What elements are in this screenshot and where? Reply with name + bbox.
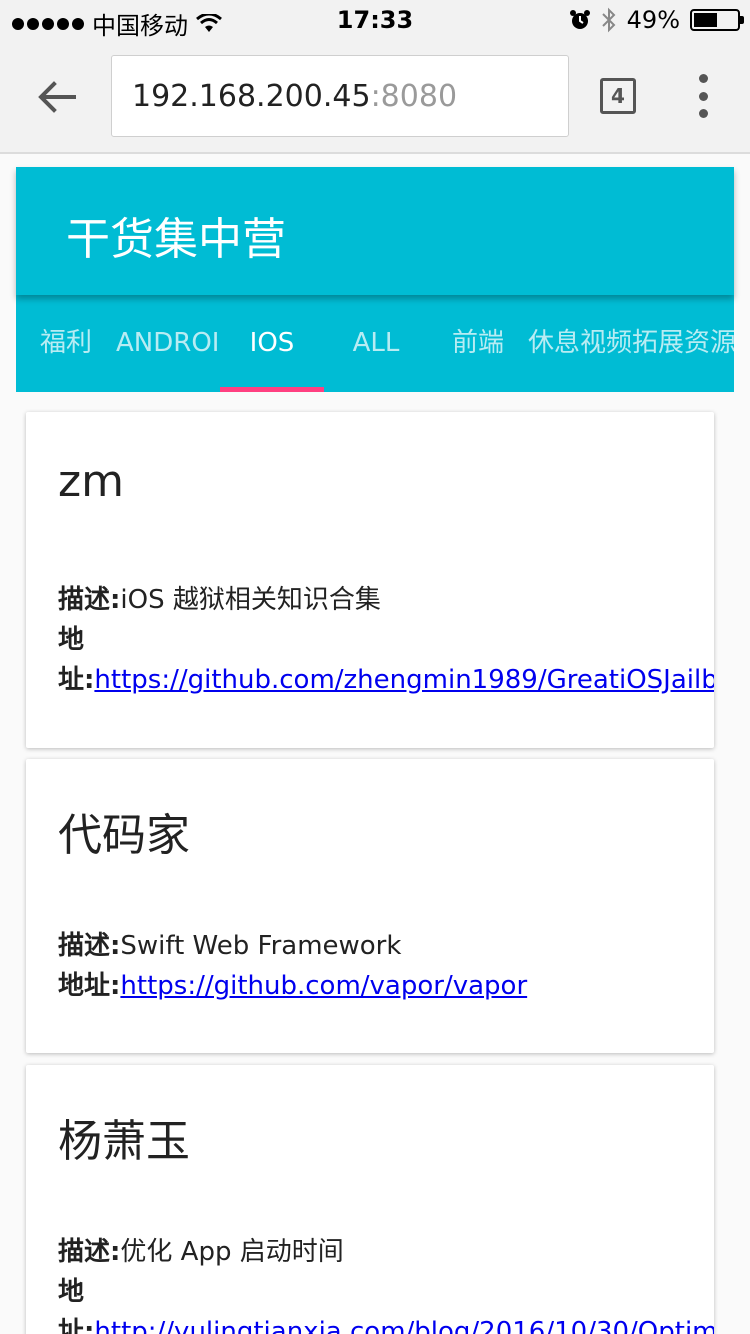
url-port: :8080 [370, 79, 458, 114]
tab-extra-resources[interactable]: 拓展资源 [632, 295, 734, 392]
browser-toolbar: 192.168.200.45:8080 4 [0, 40, 750, 154]
card-desc-row: 描述:Swift Web Framework [58, 926, 714, 966]
tab-frontend[interactable]: 前端 [428, 295, 528, 392]
card-url-link[interactable]: https://github.com/zhengmin1989/GreatiOS… [94, 665, 714, 695]
addr-label-line1: 地 [58, 1277, 85, 1307]
card-body: 描述:iOS 越狱相关知识合集 地 址:https://github.com/z… [58, 580, 714, 700]
tab-all[interactable]: ALL [324, 295, 428, 392]
overflow-menu-icon[interactable] [690, 74, 716, 118]
card-body: 描述:Swift Web Framework 地址:https://github… [58, 926, 714, 1006]
desc-label: 描述: [58, 931, 121, 961]
card-desc-row: 描述:优化 App 启动时间 [58, 1232, 714, 1272]
back-arrow-icon[interactable] [34, 74, 80, 120]
tab-ios[interactable]: IOS [220, 295, 324, 392]
active-tab-indicator [220, 387, 324, 392]
card-desc: Swift Web Framework [120, 931, 402, 961]
url-host: 192.168.200.45 [132, 79, 371, 114]
card-url-link[interactable]: https://github.com/vapor/vapor [120, 971, 527, 1001]
battery-percent: 49% [626, 6, 680, 34]
addr-label-line2: 址: [58, 665, 95, 695]
card-desc: iOS 越狱相关知识合集 [120, 585, 381, 615]
card-addr-row: 地 址:https://github.com/zhengmin1989/Grea… [58, 620, 714, 700]
status-right: 49% [569, 6, 744, 34]
card-addr-row: 地 址:http://yulingtianxia.com/blog/2016/1… [58, 1272, 714, 1334]
card-body: 描述:优化 App 启动时间 地 址:http://yulingtianxia.… [58, 1232, 714, 1334]
app-header: 干货集中营 [16, 167, 734, 295]
tab-rest-video[interactable]: 休息视频 [528, 295, 632, 392]
status-bar: 中国移动 17:33 49% [0, 0, 750, 40]
gank-card[interactable]: 代码家 描述:Swift Web Framework 地址:https://gi… [26, 759, 714, 1053]
addr-label-line2: 址: [58, 1317, 95, 1334]
card-author: 杨萧玉 [58, 1116, 190, 1167]
app-title: 干货集中营 [66, 214, 286, 265]
tab-android[interactable]: ANDROID [116, 295, 220, 392]
card-url-link[interactable]: http://yulingtianxia.com/blog/2016/10/30… [94, 1317, 714, 1334]
gank-card[interactable]: zm 描述:iOS 越狱相关知识合集 地 址:https://github.co… [26, 412, 714, 748]
addr-label-line1: 地 [58, 625, 85, 655]
tab-count-icon[interactable]: 4 [600, 78, 636, 114]
desc-label: 描述: [58, 1237, 121, 1267]
desc-label: 描述: [58, 585, 121, 615]
alarm-icon [569, 10, 590, 29]
gank-card[interactable]: 杨萧玉 描述:优化 App 启动时间 地 址:http://yulingtian… [26, 1065, 714, 1334]
address-bar[interactable]: 192.168.200.45:8080 [111, 55, 569, 137]
bluetooth-icon [601, 7, 616, 33]
card-desc: 优化 App 启动时间 [120, 1237, 344, 1267]
card-author: zm [58, 456, 124, 507]
tab-fuli[interactable]: 福利 [16, 295, 116, 392]
addr-label: 地址: [58, 971, 121, 1001]
card-author: 代码家 [58, 810, 190, 861]
card-addr-row: 地址:https://github.com/vapor/vapor [58, 966, 714, 1006]
battery-fill [694, 13, 717, 27]
battery-icon [690, 9, 744, 31]
card-desc-row: 描述:iOS 越狱相关知识合集 [58, 580, 714, 620]
category-tabs: 福利 ANDROID IOS ALL 前端 休息视频 拓展资源 [16, 295, 734, 392]
